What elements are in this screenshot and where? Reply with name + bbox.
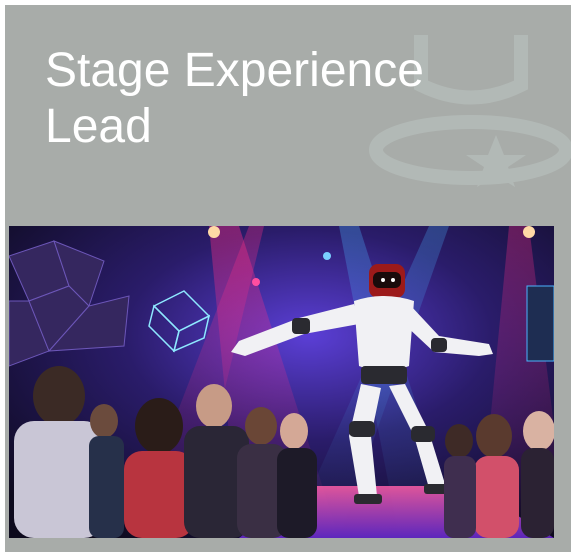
card-title: Stage Experience Lead <box>45 44 424 153</box>
robot-dancing-stage-photo <box>9 226 554 538</box>
role-card[interactable]: Stage Experience Lead <box>5 5 571 552</box>
hero-image <box>9 226 554 538</box>
